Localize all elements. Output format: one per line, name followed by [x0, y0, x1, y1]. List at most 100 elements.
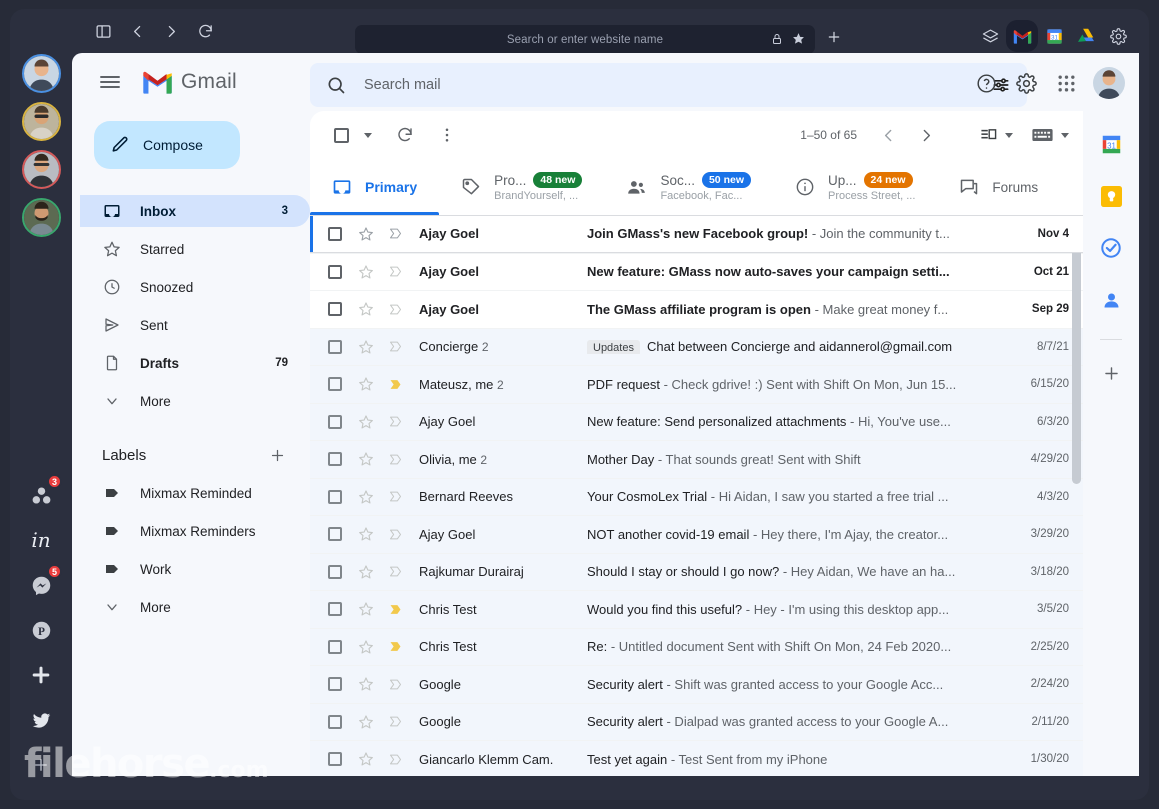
row-checkbox[interactable]	[328, 377, 342, 392]
gmail-logo[interactable]: Gmail	[142, 70, 237, 94]
table-row[interactable]: Chris Test Re: - Untitled document Sent …	[310, 627, 1083, 665]
star-icon[interactable]	[358, 226, 374, 242]
bookmark-star-icon[interactable]	[792, 32, 805, 50]
tab-social[interactable]: Soc... 50 new Facebook, Fac...	[604, 159, 773, 215]
table-row[interactable]: Rajkumar Durairaj Should I stay or shoul…	[310, 552, 1083, 590]
row-checkbox[interactable]	[328, 639, 342, 654]
star-icon[interactable]	[358, 414, 374, 430]
row-checkbox[interactable]	[328, 564, 342, 579]
importance-marker-icon[interactable]	[388, 264, 403, 279]
search-mail-input[interactable]: Search mail	[310, 63, 1027, 107]
star-icon[interactable]	[358, 526, 374, 542]
google-keep-icon[interactable]	[1096, 181, 1126, 211]
next-page-icon[interactable]	[909, 118, 943, 152]
star-icon[interactable]	[358, 489, 374, 505]
twitter-icon[interactable]	[24, 703, 58, 737]
sidebar-item-drafts[interactable]: Drafts 79	[80, 347, 310, 379]
google-contacts-icon[interactable]	[1096, 285, 1126, 315]
keyboard-icon[interactable]	[1029, 118, 1055, 152]
compose-button[interactable]: Compose	[94, 121, 240, 169]
lock-icon[interactable]	[771, 32, 783, 50]
sidebar-label-more[interactable]: More	[80, 591, 310, 623]
importance-marker-icon[interactable]	[388, 489, 403, 504]
star-icon[interactable]	[358, 301, 374, 317]
table-row[interactable]: Olivia, me 2 Mother Day - That sounds gr…	[310, 440, 1083, 478]
row-checkbox[interactable]	[328, 452, 342, 467]
row-checkbox[interactable]	[328, 714, 342, 729]
input-tools-icon[interactable]	[977, 118, 999, 152]
row-checkbox[interactable]	[328, 677, 342, 692]
google-calendar-icon[interactable]: 31	[1096, 129, 1126, 159]
sidebar-item-inbox[interactable]: Inbox 3	[80, 195, 310, 227]
star-icon[interactable]	[358, 751, 374, 767]
asana-icon[interactable]: 3	[24, 474, 62, 512]
sidebar-label-mixmax-reminded[interactable]: Mixmax Reminded	[80, 477, 310, 509]
star-icon[interactable]	[358, 676, 374, 692]
sidebar-label-mixmax-reminders[interactable]: Mixmax Reminders	[80, 515, 310, 547]
prev-page-icon[interactable]	[871, 118, 905, 152]
row-checkbox[interactable]	[328, 527, 342, 542]
table-row[interactable]: Bernard Reeves Your CosmoLex Trial - Hi …	[310, 477, 1083, 515]
account-avatar-1[interactable]	[21, 54, 61, 93]
importance-marker-icon[interactable]	[388, 377, 403, 392]
table-row[interactable]: Chris Test Would you find this useful? -…	[310, 590, 1083, 628]
row-checkbox[interactable]	[328, 602, 342, 617]
plus-icon[interactable]	[269, 447, 286, 464]
importance-marker-icon[interactable]	[388, 564, 403, 579]
star-icon[interactable]	[358, 564, 374, 580]
row-checkbox[interactable]	[328, 339, 342, 354]
settings-gear-icon[interactable]	[1107, 25, 1129, 47]
table-row[interactable]: Ajay Goel New feature: GMass now auto-sa…	[310, 252, 1083, 290]
back-icon[interactable]	[122, 16, 152, 46]
more-options-icon[interactable]	[430, 118, 464, 152]
browser-url-input[interactable]: Search or enter website name	[355, 25, 815, 54]
row-checkbox[interactable]	[328, 752, 342, 767]
select-all-checkbox[interactable]	[324, 118, 358, 152]
row-checkbox[interactable]	[328, 489, 342, 504]
settings-gear-icon[interactable]	[1013, 70, 1039, 96]
linkedin-icon[interactable]: in	[24, 523, 58, 557]
importance-marker-icon[interactable]	[388, 752, 403, 767]
row-checkbox[interactable]	[328, 302, 342, 317]
importance-marker-icon[interactable]	[388, 452, 403, 467]
add-addon-icon[interactable]	[1096, 358, 1126, 388]
sidebar-toggle-icon[interactable]	[88, 16, 118, 46]
star-icon[interactable]	[358, 339, 374, 355]
table-row[interactable]: Concierge 2 Updates Chat between Concierg…	[310, 327, 1083, 365]
table-row[interactable]: Giancarlo Klemm Cam. Test yet again - Te…	[310, 740, 1083, 776]
table-row[interactable]: Google Security alert - Shift was grante…	[310, 665, 1083, 703]
table-row[interactable]: Ajay Goel NOT another covid-19 email - H…	[310, 515, 1083, 553]
forward-icon[interactable]	[156, 16, 186, 46]
importance-marker-icon[interactable]	[388, 339, 403, 354]
layers-icon[interactable]	[979, 25, 1001, 47]
tab-forums[interactable]: Forums	[937, 159, 1060, 215]
refresh-icon[interactable]	[388, 118, 422, 152]
row-checkbox[interactable]	[328, 264, 342, 279]
gmail-icon[interactable]	[1011, 25, 1033, 47]
star-icon[interactable]	[358, 376, 374, 392]
account-avatar-3[interactable]	[21, 150, 61, 189]
importance-marker-icon[interactable]	[388, 414, 403, 429]
account-avatar-2[interactable]	[21, 102, 61, 141]
slack-icon[interactable]	[24, 658, 58, 692]
email-list-scrollbar[interactable]	[1072, 219, 1081, 484]
account-avatar[interactable]	[1093, 67, 1125, 99]
star-icon[interactable]	[358, 639, 374, 655]
importance-marker-icon[interactable]	[388, 714, 403, 729]
sidebar-item-more[interactable]: More	[80, 385, 310, 417]
input-tools-caret-icon[interactable]	[1005, 132, 1013, 138]
star-icon[interactable]	[358, 601, 374, 617]
sidebar-item-snoozed[interactable]: Snoozed	[80, 271, 310, 303]
google-apps-grid-icon[interactable]	[1053, 70, 1079, 96]
pinterest-icon[interactable]: P	[24, 613, 58, 647]
new-tab-button[interactable]	[826, 29, 842, 50]
table-row[interactable]: Mateusz, me 2 PDF request - Check gdrive…	[310, 365, 1083, 403]
hamburger-menu-icon[interactable]	[90, 62, 130, 102]
tab-updates[interactable]: Up... 24 new Process Street, ...	[773, 159, 937, 215]
keyboard-caret-icon[interactable]	[1061, 132, 1069, 138]
star-icon[interactable]	[358, 714, 374, 730]
tab-primary[interactable]: Primary	[310, 159, 440, 215]
add-app-icon[interactable]	[24, 748, 58, 782]
importance-marker-icon[interactable]	[388, 602, 403, 617]
reload-icon[interactable]	[190, 16, 220, 46]
